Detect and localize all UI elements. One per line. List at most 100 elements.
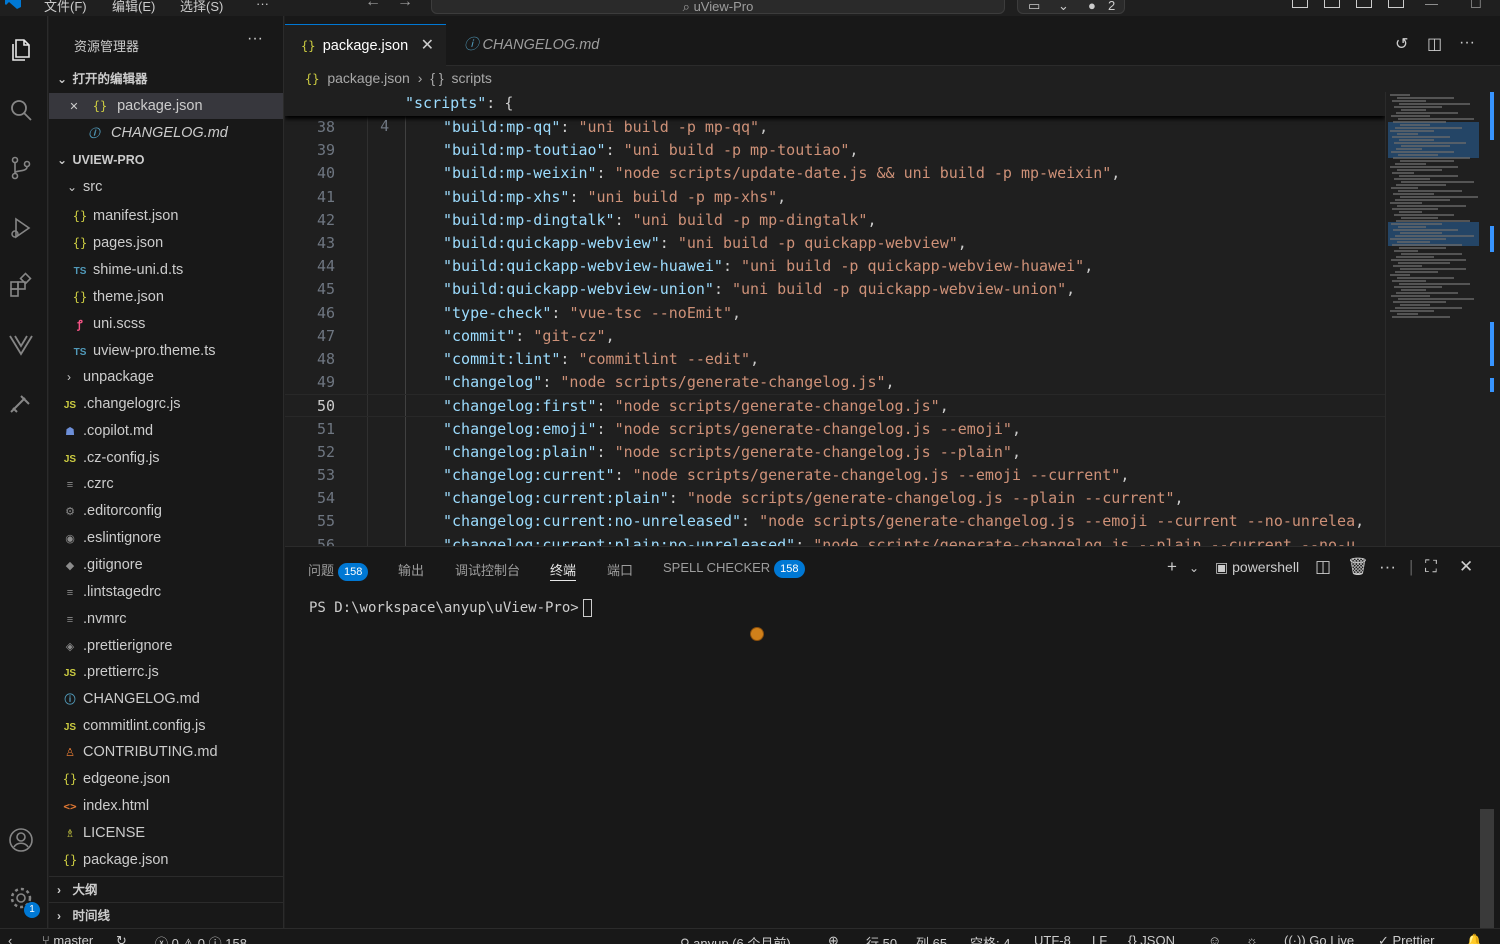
code-line[interactable]: 55 "changelog:current:no-unreleased": "no… (285, 510, 1385, 533)
tree-file[interactable]: ≡ .nvmrc (49, 606, 283, 632)
tree-file[interactable]: {} manifest.json (49, 203, 283, 229)
terminal-output[interactable]: PS D:\workspace\anyup\uView-Pro> (309, 599, 592, 617)
cursor-col[interactable]: 列 65 (916, 933, 947, 944)
menu-file[interactable]: 文件(F) (44, 0, 87, 15)
open-editor-item[interactable]: ⓘ CHANGELOG.md (49, 120, 283, 146)
toggle-sidebar-icon[interactable] (1324, 0, 1340, 8)
run-debug-icon[interactable] (7, 214, 35, 242)
new-terminal-icon[interactable]: + (1167, 557, 1177, 577)
tree-file[interactable]: {} edgeone.json (49, 766, 283, 792)
tree-file[interactable]: JS .prettierrc.js (49, 659, 283, 685)
code-line[interactable]: 41 "build:mp-xhs": "uni build -p mp-xhs", (285, 186, 1385, 209)
chevron-down-icon[interactable]: ⌄ (1189, 561, 1199, 575)
code-line[interactable]: 43 "build:quickapp-webview": "uni build -… (285, 232, 1385, 255)
search-icon[interactable] (7, 96, 35, 124)
tree-file[interactable]: ☗ .copilot.md (49, 418, 283, 444)
tree-file[interactable]: JS commitlint.config.js (49, 713, 283, 739)
code-line[interactable]: 44 "build:quickapp-webview-huawei": "uni … (285, 255, 1385, 278)
terminal-profile[interactable]: ▣ powershell (1215, 559, 1299, 576)
tab-problems[interactable]: 问题 158 (308, 560, 369, 581)
code-line[interactable]: 40 "build:mp-weixin": "node scripts/updat… (285, 162, 1385, 185)
terminal-scrollbar[interactable] (1480, 809, 1494, 929)
testing-icon[interactable] (7, 390, 35, 418)
chat-toggle[interactable]: ▭ ⌄ ● 2 (1017, 0, 1125, 14)
code-editor[interactable]: 4 "scripts": { 38 "build:mp-qq": "uni buil… (285, 92, 1385, 546)
tree-file[interactable]: <> index.html (49, 793, 283, 819)
menu-selection[interactable]: 选择(S) (180, 0, 223, 15)
maximize-panel-icon[interactable]: ⛶ (1425, 557, 1437, 577)
tree-file[interactable]: ◉ .eslintignore (49, 525, 283, 551)
tree-file[interactable]: ◆ .gitignore (49, 552, 283, 578)
layout-customize-icon[interactable] (1292, 0, 1308, 8)
tree-file[interactable]: ⓘ CHANGELOG.md (49, 686, 283, 712)
close-panel-icon[interactable]: ✕ (1459, 557, 1473, 577)
tree-file[interactable]: {} pages.json (49, 230, 283, 256)
close-icon[interactable]: ✕ (65, 94, 83, 120)
code-line[interactable]: 49 "changelog": "node scripts/generate-ch… (285, 371, 1385, 394)
tab-terminal[interactable]: 终端 (550, 560, 577, 581)
code-line[interactable]: 56 "changelog:current:plain:no-unreleased… (285, 534, 1385, 546)
more-actions-icon[interactable]: ··· (1459, 34, 1475, 52)
code-line[interactable]: 54 "changelog:current:plain": "node scrip… (285, 487, 1385, 510)
code-line[interactable]: 53 "changelog:current": "node scripts/gen… (285, 464, 1385, 487)
forward-arrow-icon[interactable]: → (397, 0, 413, 11)
tab-spell-checker[interactable]: SPELL CHECKER 158 (663, 560, 805, 578)
minimize-icon[interactable]: — (1425, 0, 1438, 11)
trash-icon[interactable]: 🗑 (1347, 557, 1369, 577)
feedback-icon[interactable]: ☼ (1246, 933, 1258, 944)
git-blame[interactable]: ⚲ anyup (6 个月前) (680, 933, 791, 944)
close-icon[interactable]: ✕ (421, 25, 434, 67)
sync-icon[interactable]: ↻ (116, 933, 127, 944)
toggle-secondary-sidebar-icon[interactable] (1388, 0, 1404, 8)
end-of-line[interactable]: LF (1092, 933, 1107, 944)
code-line[interactable]: 46 "type-check": "vue-tsc --noEmit", (285, 302, 1385, 325)
tab-debug-console[interactable]: 调试控制台 (455, 560, 520, 579)
menu-edit[interactable]: 编辑(E) (112, 0, 155, 15)
code-line[interactable]: 52 "changelog:plain": "node scripts/gener… (285, 441, 1385, 464)
tree-file[interactable]: ꝭ uni.scss (49, 311, 283, 337)
prettier[interactable]: ✓ Prettier (1378, 933, 1434, 944)
breadcrumb-file[interactable]: package.json (327, 70, 410, 86)
split-editor-icon[interactable]: ◫ (1427, 34, 1442, 54)
timeline-icon[interactable]: ↺ (1395, 34, 1408, 54)
breadcrumb-symbol[interactable]: scripts (451, 70, 491, 86)
zoom-icon[interactable]: ⊕ (828, 933, 839, 944)
tab-output[interactable]: 输出 (398, 560, 424, 579)
explorer-more-icon[interactable]: ··· (247, 30, 263, 48)
tree-file[interactable]: ≡ .lintstagedrc (49, 579, 283, 605)
project-section[interactable]: ⌄ UVIEW-PRO (49, 147, 283, 173)
language-mode[interactable]: {} JSON (1128, 933, 1175, 944)
extensions-icon[interactable] (7, 272, 35, 300)
sticky-scroll-header[interactable]: 4 "scripts": { (285, 92, 1385, 135)
encoding[interactable]: UTF-8 (1034, 933, 1071, 944)
tab-ports[interactable]: 端口 (607, 560, 633, 579)
tree-file[interactable]: ♗ LICENSE (49, 820, 283, 846)
code-line[interactable]: 48 "commit:lint": "commitlint --edit", (285, 348, 1385, 371)
tree-file[interactable]: ♙ CONTRIBUTING.md (49, 739, 283, 765)
code-line[interactable]: 39 "build:mp-toutiao": "uni build -p mp-t… (285, 139, 1385, 162)
tree-file[interactable]: ≡ .czrc (49, 471, 283, 497)
code-line[interactable]: 38 "build:mp-qq": "uni build -p mp-qq", (285, 116, 1385, 139)
code-line[interactable]: 47 "commit": "git-cz", (285, 325, 1385, 348)
tree-file[interactable]: JS .cz-config.js (49, 445, 283, 471)
more-actions-icon[interactable]: ··· (1379, 557, 1396, 577)
vue-extension-icon[interactable] (7, 330, 35, 358)
tree-file[interactable]: {} theme.json (49, 284, 283, 310)
split-terminal-icon[interactable]: ◫ (1315, 557, 1331, 577)
back-arrow-icon[interactable]: ← (365, 0, 381, 11)
editor-scrollbar[interactable] (1480, 92, 1500, 546)
source-control-icon[interactable] (7, 154, 35, 182)
problems-summary[interactable]: ⓧ 0 ⚠ 0 ⓘ 158 (155, 933, 247, 944)
indentation[interactable]: 空格: 4 (970, 933, 1010, 944)
maximize-icon[interactable]: ☐ (1470, 0, 1482, 12)
git-branch[interactable]: ⑂ master (42, 933, 93, 944)
tree-file[interactable]: TS uview-pro.theme.ts (49, 338, 283, 364)
cursor-line[interactable]: 行 50 (866, 933, 897, 944)
tab-package-json[interactable]: {} package.json ✕ (285, 24, 446, 66)
go-live[interactable]: ((·)) Go Live (1284, 933, 1354, 944)
remote-chevron-icon[interactable]: ‹ (8, 933, 12, 944)
code-line[interactable]: 42 "build:mp-dingtalk": "uni build -p mp-… (285, 209, 1385, 232)
toggle-panel-icon[interactable] (1356, 0, 1372, 8)
tree-file[interactable]: ⚙ .editorconfig (49, 498, 283, 524)
timeline-section[interactable]: › 时间线 (49, 902, 283, 928)
